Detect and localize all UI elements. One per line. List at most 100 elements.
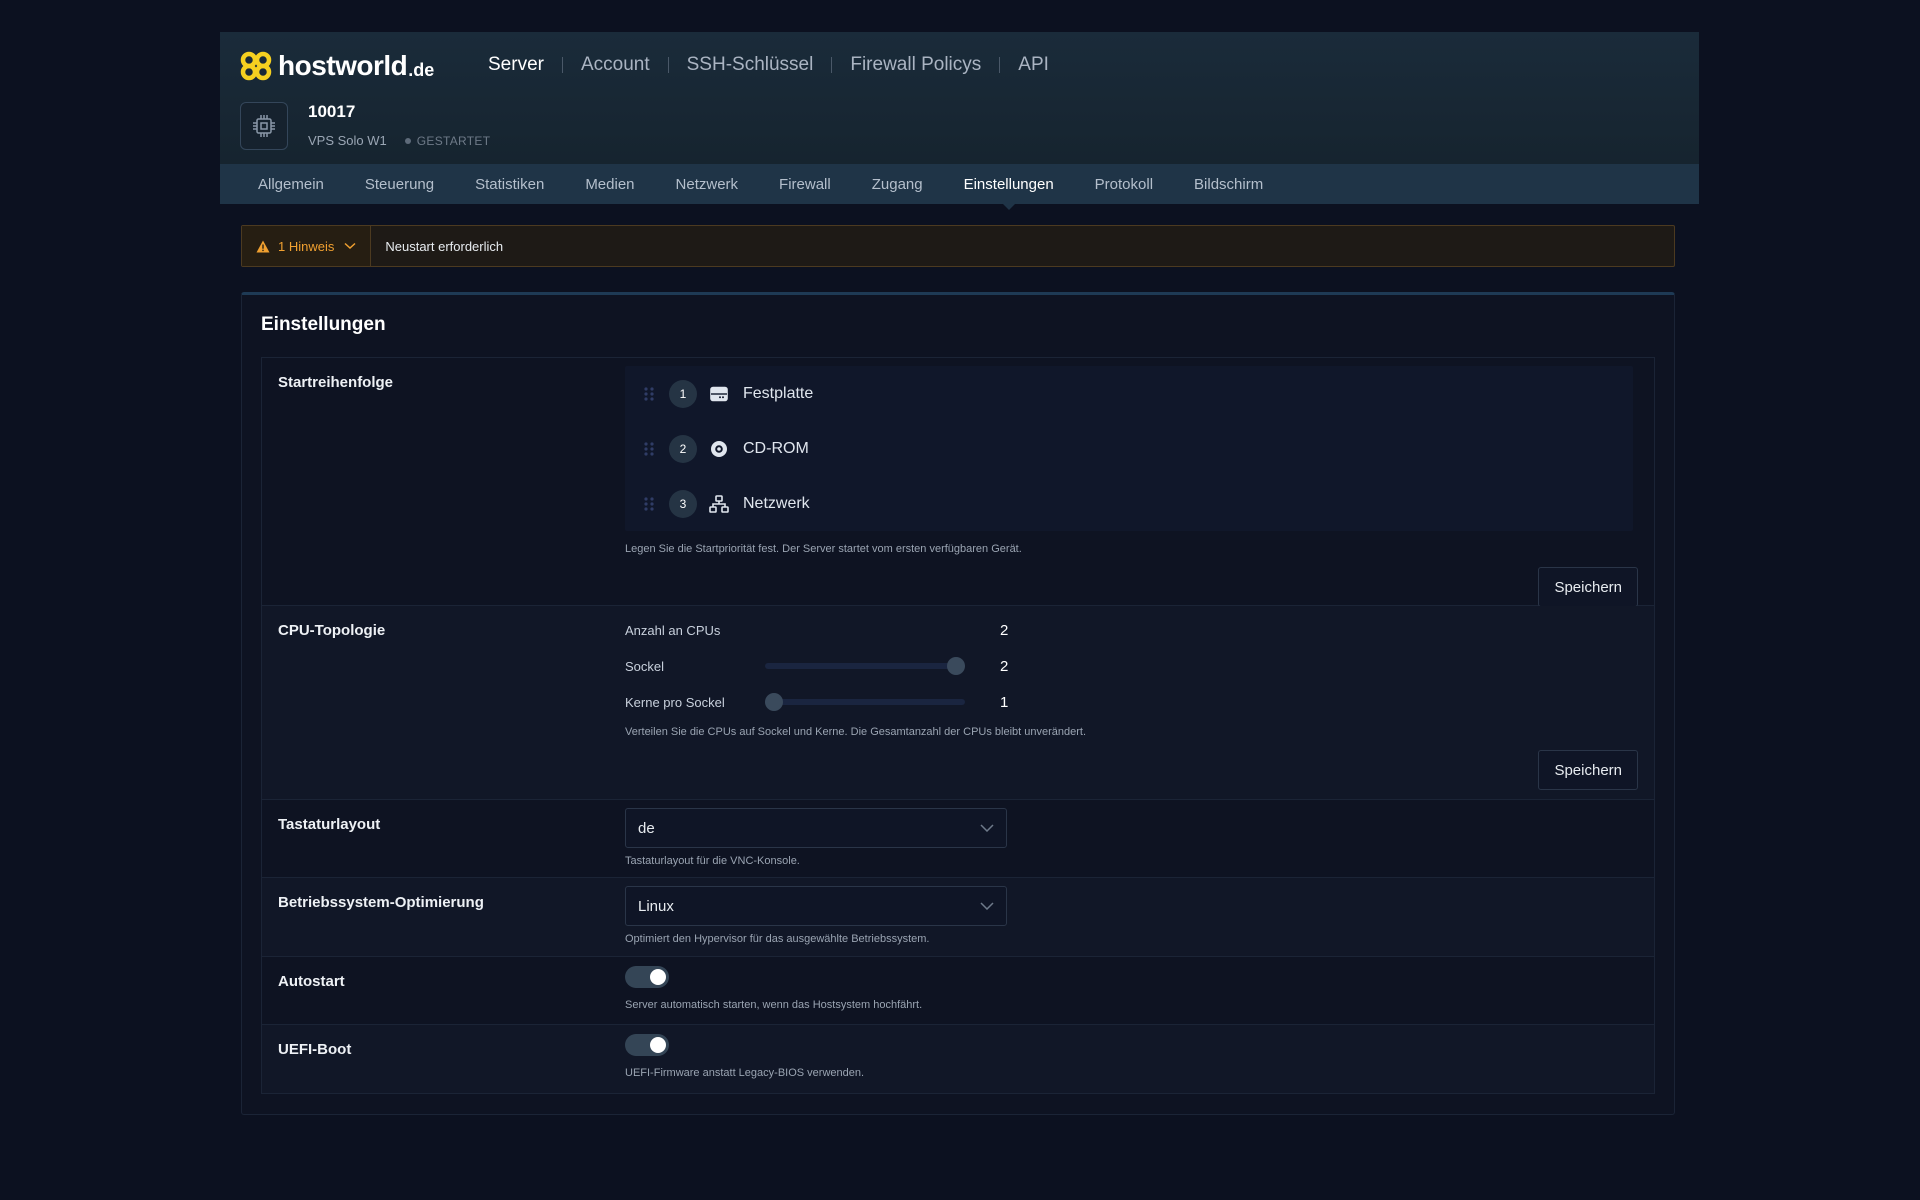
tab-statistiken[interactable]: Statistiken: [475, 176, 544, 193]
card-title: Einstellungen: [261, 314, 386, 335]
autostart-toggle[interactable]: [625, 966, 669, 988]
button-row: Speichern: [625, 567, 1638, 607]
boot-device-label: Festplatte: [743, 384, 814, 402]
server-plan-row: VPS Solo W1 GESTARTET: [308, 133, 490, 148]
chevron-down-icon: [344, 242, 356, 250]
select-value: de: [638, 819, 655, 837]
boot-item-netzwerk[interactable]: 3 Netzwerk: [625, 476, 1633, 531]
sockets-label: Sockel: [625, 658, 665, 674]
notice-bar: 1 Hinweis Neustart erforderlich: [241, 225, 1675, 267]
cpu-chip-icon: [253, 115, 275, 137]
setting-label: Tastaturlayout: [278, 816, 381, 833]
setting-label: Startreihenfolge: [278, 374, 394, 391]
sockets-slider[interactable]: [765, 657, 965, 675]
setting-content: de Tastaturlayout für die VNC-Konsole.: [625, 800, 1654, 877]
setting-row-keyboard-layout: Tastaturlayout de Tastaturlayout für die…: [262, 800, 1654, 878]
setting-content: Anzahl an CPUs 2 Sockel 2 Kerne pro Sock…: [625, 606, 1654, 799]
tab-einstellungen[interactable]: Einstellungen: [964, 176, 1054, 210]
boot-position-badge: 3: [669, 489, 697, 518]
boot-item-cd-rom[interactable]: 2 CD-ROM: [625, 421, 1633, 476]
setting-content: Linux Optimiert den Hypervisor für das a…: [625, 878, 1654, 956]
toggle-knob: [650, 1037, 666, 1053]
tab-firewall[interactable]: Firewall: [779, 176, 831, 193]
logo[interactable]: hostworld .de: [240, 48, 434, 84]
setting-content: Server automatisch starten, wenn das Hos…: [625, 957, 1654, 1024]
setting-hint: Legen Sie die Startpriorität fest. Der S…: [625, 543, 1022, 555]
topnav-divider: [999, 57, 1001, 73]
notice-message: Neustart erforderlich: [385, 238, 504, 254]
cores-slider[interactable]: [765, 693, 965, 711]
cpu-count-label: Anzahl an CPUs: [625, 622, 721, 638]
setting-row-uefi-boot: UEFI-Boot UEFI-Firmware anstatt Legacy-B…: [262, 1025, 1654, 1093]
server-plan: VPS Solo W1: [308, 133, 387, 148]
tab-zugang[interactable]: Zugang: [872, 176, 923, 193]
boot-device-label: CD-ROM: [743, 439, 809, 457]
drag-handle-icon[interactable]: [643, 386, 655, 401]
settings-card: Einstellungen Startreihenfolge 1 Festpla…: [241, 292, 1675, 1115]
uefi-boot-toggle[interactable]: [625, 1034, 669, 1056]
os-optimization-select[interactable]: Linux: [625, 886, 1007, 926]
tab-netzwerk[interactable]: Netzwerk: [676, 176, 739, 193]
setting-row-cpu-topology: CPU-Topologie Anzahl an CPUs 2 Sockel 2: [262, 606, 1654, 800]
topnav-account[interactable]: Account: [581, 54, 650, 76]
tab-medien[interactable]: Medien: [585, 176, 634, 193]
setting-label: Betriebssystem-Optimierung: [278, 894, 484, 911]
hard-drive-icon: [709, 384, 729, 404]
toggle-knob: [650, 969, 666, 985]
server-tabs: Allgemein Steuerung Statistiken Medien N…: [220, 164, 1699, 210]
tab-steuerung[interactable]: Steuerung: [365, 176, 434, 193]
setting-content: UEFI-Firmware anstatt Legacy-BIOS verwen…: [625, 1025, 1654, 1093]
button-row: Speichern: [625, 750, 1638, 790]
setting-label: CPU-Topologie: [278, 622, 386, 639]
server-id: 10017: [308, 102, 356, 121]
chevron-down-icon: [980, 824, 994, 832]
notice-toggle-button[interactable]: 1 Hinweis: [242, 226, 372, 266]
server-avatar: [240, 102, 288, 150]
sockets-row: Sockel 2: [625, 648, 1638, 684]
topnav-divider: [667, 57, 669, 73]
save-boot-order-button[interactable]: Speichern: [1538, 567, 1638, 607]
topnav-firewall-policies[interactable]: Firewall Policys: [850, 54, 981, 76]
brand-tld: .de: [408, 59, 435, 80]
brand-name: hostworld: [278, 50, 408, 81]
setting-row-os-optimization: Betriebssystem-Optimierung Linux Optimie…: [262, 878, 1654, 957]
setting-hint: Verteilen Sie die CPUs auf Sockel und Ke…: [625, 726, 1087, 738]
save-cpu-topology-button[interactable]: Speichern: [1538, 750, 1638, 790]
slider-handle[interactable]: [947, 657, 965, 675]
topnav-api[interactable]: API: [1018, 54, 1049, 76]
hostworld-logo-icon: [240, 51, 272, 81]
boot-device-label: Netzwerk: [743, 494, 810, 512]
top-navigation: Server Account SSH-Schlüssel Firewall Po…: [488, 54, 1049, 76]
setting-hint: UEFI-Firmware anstatt Legacy-BIOS verwen…: [625, 1067, 865, 1079]
drag-handle-icon[interactable]: [643, 441, 655, 456]
setting-hint: Tastaturlayout für die VNC-Konsole.: [625, 855, 800, 867]
tab-allgemein[interactable]: Allgemein: [258, 176, 324, 193]
topnav-server[interactable]: Server: [488, 54, 544, 76]
network-icon: [709, 494, 729, 514]
setting-hint: Server automatisch starten, wenn das Hos…: [625, 999, 923, 1011]
topnav-divider: [831, 57, 833, 73]
status-dot-icon: [404, 137, 411, 144]
boot-order-list: 1 Festplatte 2 CD-ROM 3 Netzwerk: [625, 366, 1633, 531]
disc-icon: [709, 439, 729, 459]
cpu-count-row: Anzahl an CPUs 2: [625, 612, 1638, 648]
drag-handle-icon[interactable]: [643, 496, 655, 511]
cpu-count-value: 2: [1000, 621, 1009, 639]
app-container: hostworld .de Server Account SSH-Schlüss…: [220, 32, 1699, 1115]
sockets-value: 2: [1000, 657, 1009, 675]
notice-count: 1 Hinweis: [278, 238, 335, 254]
chevron-down-icon: [980, 902, 994, 910]
cores-label: Kerne pro Sockel: [625, 694, 725, 710]
cores-row: Kerne pro Sockel 1: [625, 684, 1638, 720]
setting-label: Autostart: [278, 973, 345, 990]
tab-protokoll[interactable]: Protokoll: [1095, 176, 1153, 193]
topnav-ssh-keys[interactable]: SSH-Schlüssel: [687, 54, 814, 76]
boot-item-festplatte[interactable]: 1 Festplatte: [625, 366, 1633, 421]
header: hostworld .de Server Account SSH-Schlüss…: [220, 32, 1699, 164]
keyboard-layout-select[interactable]: de: [625, 808, 1007, 848]
slider-handle[interactable]: [765, 693, 783, 711]
select-value: Linux: [638, 897, 674, 915]
warning-icon: [256, 240, 270, 252]
tab-bildschirm[interactable]: Bildschirm: [1194, 176, 1263, 193]
setting-row-boot-order: Startreihenfolge 1 Festplatte 2 CD-ROM 3…: [262, 358, 1654, 607]
